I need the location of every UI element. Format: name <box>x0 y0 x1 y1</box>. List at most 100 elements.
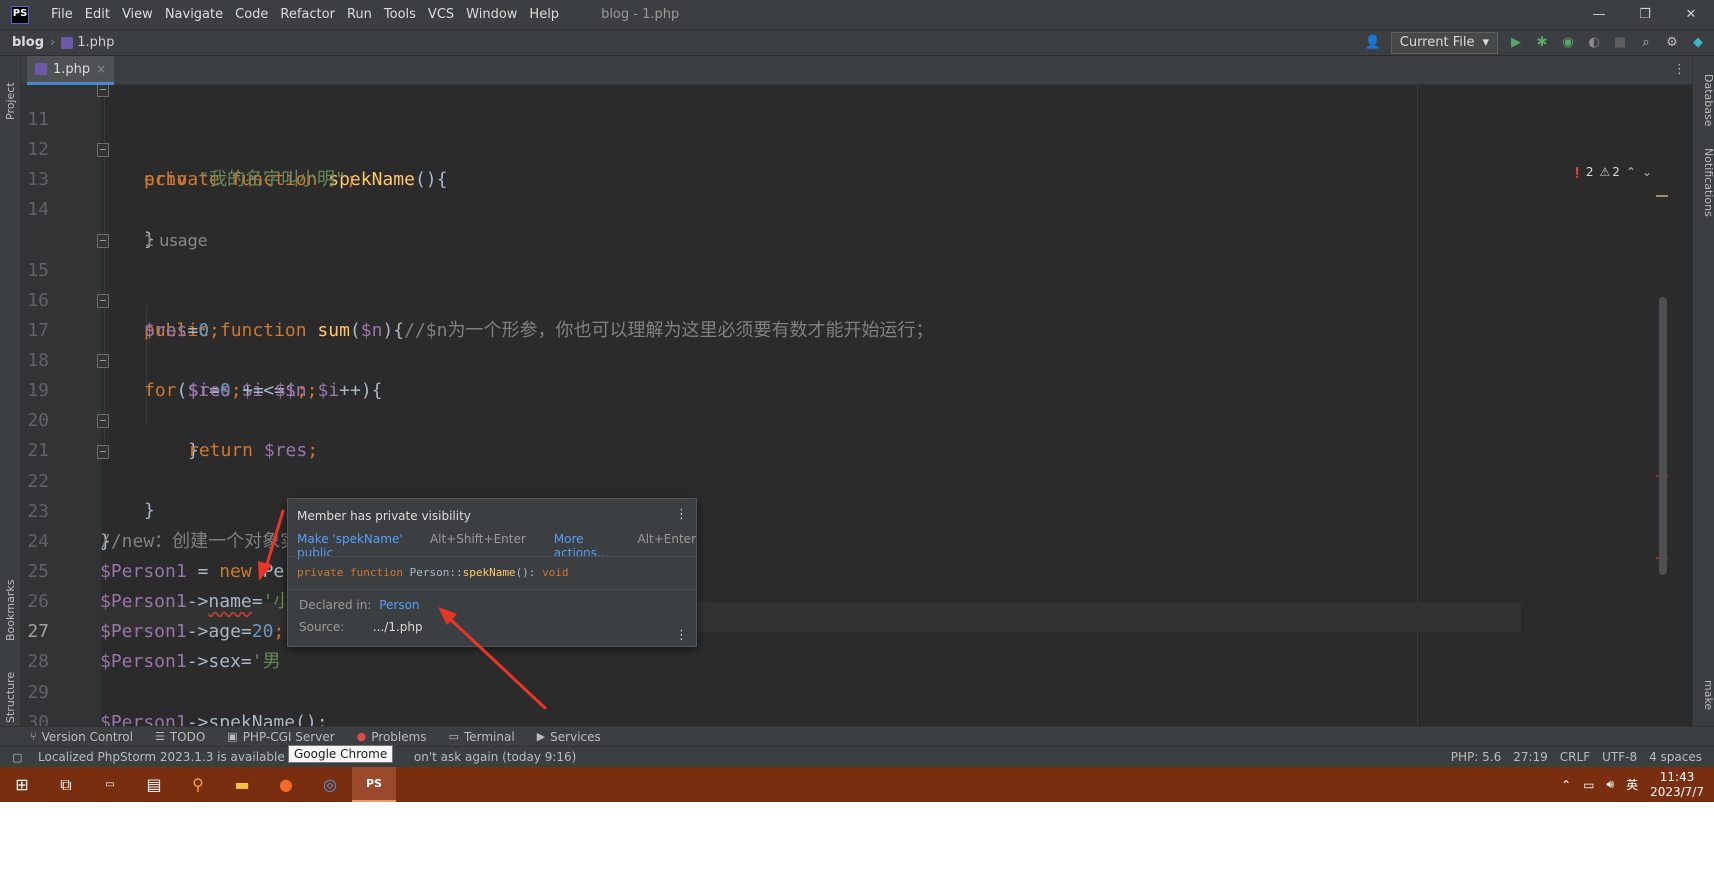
tool-php-cgi-server[interactable]: ▣ PHP-CGI Server <box>227 730 334 744</box>
popup-title: Member has private visibility <box>297 509 471 523</box>
tool-terminal[interactable]: ▭ Terminal <box>449 730 515 744</box>
terminal-icon: ▭ <box>448 730 459 743</box>
terminal-app-icon[interactable]: ▤ <box>132 767 176 802</box>
run-config-select[interactable]: Current File ▾ <box>1390 31 1498 54</box>
sig-rest: (): <box>515 566 543 579</box>
firefox-icon[interactable]: ● <box>264 767 308 802</box>
line-separator[interactable]: CRLF <box>1560 750 1590 764</box>
phpstorm-taskbar-icon[interactable]: PS <box>352 767 396 802</box>
file-explorer-icon[interactable]: ▬ <box>220 767 264 802</box>
coverage-icon[interactable]: ◉ <box>1560 35 1576 51</box>
run-icon[interactable]: ▶ <box>1508 35 1524 51</box>
menu-view[interactable]: View <box>116 7 159 22</box>
tool-database[interactable]: Database <box>1695 74 1714 127</box>
fold-marker-icon[interactable] <box>97 234 109 248</box>
menu-tools[interactable]: Tools <box>378 7 422 22</box>
task-view-icon[interactable]: ⧉ <box>44 767 88 802</box>
tool-services[interactable]: ▶ Services <box>537 730 601 744</box>
tool-make[interactable]: make <box>1695 680 1714 710</box>
declared-in-row: Declared in: Person <box>299 598 420 612</box>
fold-marker-icon[interactable] <box>97 414 109 428</box>
chrome-icon[interactable]: ◎ <box>308 767 352 802</box>
code-line: 14 <box>21 165 1692 220</box>
chevron-down-icon: ▾ <box>1482 35 1489 50</box>
play-circle-icon: ▶ <box>536 730 546 743</box>
gear-icon[interactable]: ⚙ <box>1664 35 1680 51</box>
sig-type: void <box>542 566 569 579</box>
file-encoding[interactable]: UTF-8 <box>1602 750 1637 764</box>
minimize-icon[interactable]: — <box>1576 0 1622 29</box>
jetbrains-toolbox-icon[interactable]: ◆ <box>1690 35 1706 51</box>
fold-marker-icon[interactable] <box>97 143 109 157</box>
restore-icon[interactable]: ❐ <box>1622 0 1668 29</box>
debug-icon[interactable]: ✱ <box>1534 35 1550 51</box>
code-vision-line: 1 usage <box>21 196 1692 250</box>
tool-version-control[interactable]: ⑂ Version Control <box>30 730 133 744</box>
breadcrumb-project[interactable]: blog <box>12 35 44 50</box>
volume-icon[interactable]: 🔊︎ <box>1607 777 1615 792</box>
fold-marker-icon[interactable] <box>97 294 109 308</box>
tab-1-php[interactable]: 1.php × <box>27 56 115 85</box>
menu-vcs[interactable]: VCS <box>422 7 460 22</box>
layout-toggle-icon[interactable]: ▢ <box>12 751 22 764</box>
title-bar: PS File Edit View Navigate Code Refactor… <box>0 0 1714 29</box>
fold-marker-icon[interactable] <box>97 445 109 459</box>
phpstorm-logo-icon[interactable]: PS <box>11 5 29 24</box>
code-line: 26 $Person1->age=20; <box>21 557 1692 642</box>
code-line: 27 $Person1->sex='男 <box>21 587 1692 672</box>
code-line: 21 } <box>21 406 1692 521</box>
source-path[interactable]: .../1.php <box>373 620 423 634</box>
menu-refactor[interactable]: Refactor <box>274 7 341 22</box>
breadcrumb-separator-icon: › <box>50 35 56 50</box>
menu-run[interactable]: Run <box>341 7 378 22</box>
window-title: blog - 1.php <box>601 7 680 22</box>
sig-keyword: private function <box>297 566 410 579</box>
breadcrumb-file[interactable]: 1.php <box>61 35 114 50</box>
more-vertical-icon[interactable]: ⋮ <box>675 507 688 522</box>
caret-position[interactable]: 27:19 <box>1513 750 1548 764</box>
windows-start-icon[interactable]: ⊞ <box>0 767 44 802</box>
menu-help[interactable]: Help <box>523 7 565 22</box>
fold-marker-icon[interactable] <box>97 354 109 368</box>
signature: private function Person::spekName(): voi… <box>297 566 569 579</box>
source-label: Source: <box>299 620 345 634</box>
close-tab-icon[interactable]: × <box>96 62 106 76</box>
php-version[interactable]: PHP: 5.6 <box>1451 750 1501 764</box>
search-icon[interactable]: ⌕ <box>1638 35 1654 51</box>
menu-file[interactable]: File <box>45 7 79 22</box>
code-line: 13 } <box>21 135 1692 250</box>
php-file-icon <box>35 63 47 75</box>
stop-icon[interactable]: ■ <box>1612 35 1628 51</box>
tool-todo[interactable]: ☰ TODO <box>155 730 205 744</box>
menu-navigate[interactable]: Navigate <box>159 7 229 22</box>
menu-window[interactable]: Window <box>460 7 523 22</box>
tool-window-bar: ⑂ Version Control ☰ TODO ▣ PHP-CGI Server ●… <box>0 726 1714 746</box>
php-icon: ▣ <box>227 730 238 743</box>
menu-code[interactable]: Code <box>229 7 274 22</box>
run-config-label: Current File <box>1399 35 1475 50</box>
user-icon[interactable]: 👤 <box>1365 35 1381 51</box>
tool-notifications[interactable]: Notifications <box>1695 148 1714 217</box>
code-editor[interactable]: 2 2 ⌃ ⌄ 11 private function spekName(){ … <box>21 85 1692 772</box>
close-window-icon[interactable]: ✕ <box>1668 0 1714 29</box>
kali-icon[interactable]: ▭ <box>88 767 132 802</box>
tool-project[interactable]: Project <box>0 60 21 120</box>
code-line: 18 $res += $i; <box>21 316 1692 401</box>
taskbar-tooltip: Google Chrome <box>288 745 394 763</box>
fold-marker-icon[interactable] <box>97 85 109 97</box>
declared-class-link[interactable]: Person <box>379 598 419 612</box>
tool-bookmarks[interactable]: Bookmarks <box>0 561 21 641</box>
chevron-up-icon[interactable]: ⌃ <box>1561 778 1571 792</box>
tool-problems[interactable]: ● Problems <box>357 730 427 744</box>
indent-setting[interactable]: 4 spaces <box>1649 750 1702 764</box>
more-vertical-icon[interactable]: ⋮ <box>675 628 688 643</box>
network-icon[interactable]: ▭ <box>1583 778 1594 792</box>
ime-indicator[interactable]: 英 <box>1626 776 1638 793</box>
more-vertical-icon[interactable]: ⋮ <box>1673 62 1686 77</box>
profile-icon[interactable]: ◐ <box>1586 35 1602 51</box>
clock[interactable]: 11:43 2023/7/7 <box>1650 770 1704 800</box>
menu-edit[interactable]: Edit <box>79 7 116 22</box>
clock-time: 11:43 <box>1659 769 1695 784</box>
search-app-icon[interactable]: ⚲ <box>176 767 220 802</box>
tool-structure[interactable]: Structure <box>0 653 21 723</box>
